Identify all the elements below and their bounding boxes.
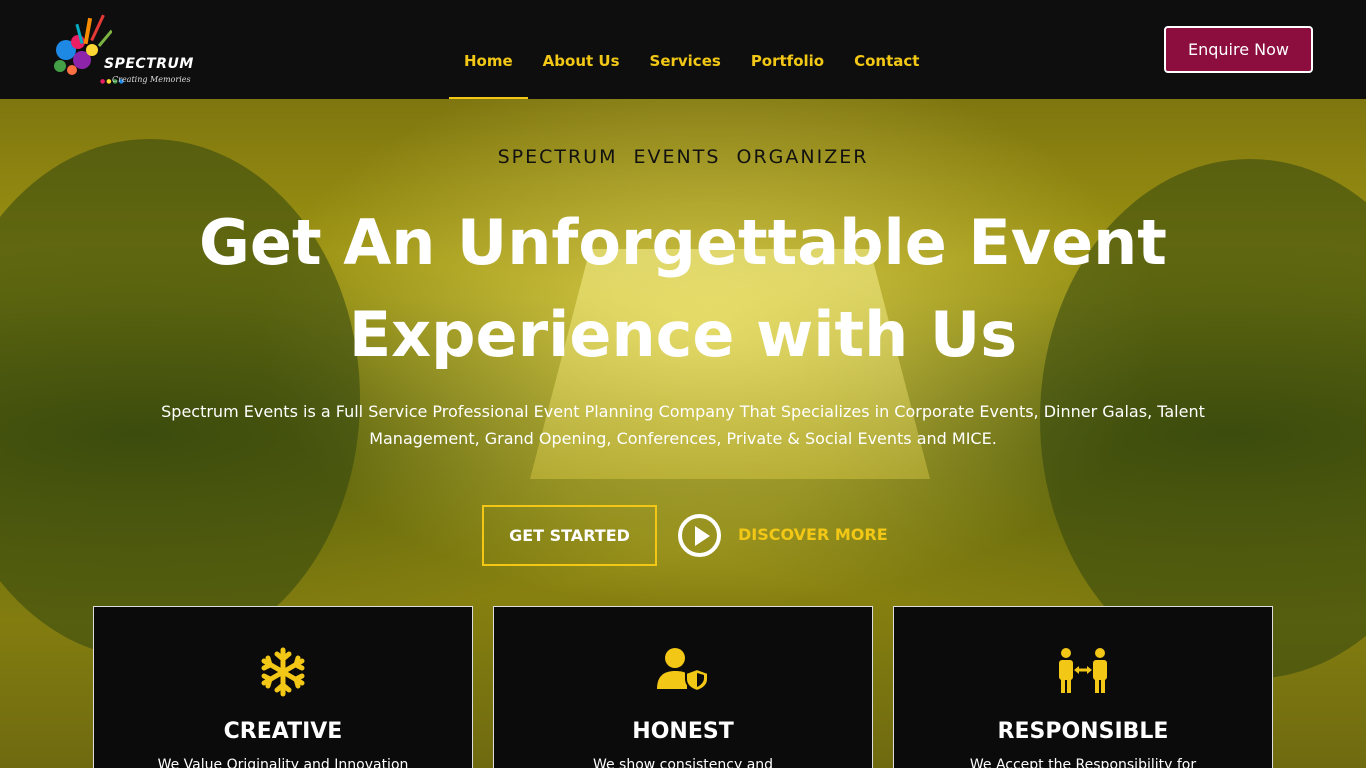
nav-portfolio[interactable]: Portfolio (736, 0, 839, 99)
hero-eyebrow: SPECTRUM EVENTS ORGANIZER (497, 146, 869, 168)
card-text: We Accept the Responsibility for (969, 757, 1197, 768)
card-title: CREATIVE (223, 719, 343, 744)
hero-description-line-2: Management, Grand Opening, Conferences, … (369, 429, 997, 448)
value-card-honest: HONEST We show consistency and (493, 606, 873, 768)
logo-tagline: Creating Memories (112, 75, 191, 84)
nav-contact[interactable]: Contact (839, 0, 934, 99)
site-header: SPECTRUM ●●●● Creating Memories Home Abo… (0, 0, 1366, 99)
card-icon-wrap (94, 647, 472, 699)
logo-wordmark: SPECTRUM (104, 56, 194, 72)
nav-about-us[interactable]: About Us (528, 0, 635, 99)
play-video-icon[interactable] (678, 514, 721, 557)
hero-description: Spectrum Events is a Full Service Profes… (100, 398, 1266, 452)
main-nav: Home About Us Services Portfolio Contact (449, 0, 934, 99)
hero-headline-line-2: Experience with Us (348, 298, 1018, 371)
nav-services[interactable]: Services (635, 0, 736, 99)
hero-headline-line-1: Get An Unforgettable Event (199, 206, 1167, 279)
user-shield-icon (657, 648, 709, 691)
value-card-creative: CREATIVE We Value Originality and Innova… (93, 606, 473, 768)
hero-description-line-1: Spectrum Events is a Full Service Profes… (161, 402, 1205, 421)
nav-home[interactable]: Home (449, 0, 528, 99)
discover-more-link[interactable]: DISCOVER MORE (738, 525, 888, 544)
card-title: HONEST (632, 719, 734, 744)
value-card-responsible: RESPONSIBLE We Accept the Responsibility… (893, 606, 1273, 768)
snowflake-icon (261, 647, 305, 697)
spectrum-logo[interactable]: SPECTRUM ●●●● Creating Memories (52, 10, 202, 90)
people-arrows-icon (1059, 648, 1107, 693)
card-title: RESPONSIBLE (997, 719, 1169, 744)
card-text: We show consistency and (592, 757, 774, 768)
card-icon-wrap (494, 647, 872, 699)
hero-headline: Get An Unforgettable Event Experience wi… (0, 197, 1366, 381)
enquire-now-button[interactable]: Enquire Now (1164, 26, 1313, 73)
card-text: We Value Originality and Innovation (157, 757, 409, 768)
get-started-button[interactable]: GET STARTED (482, 505, 657, 566)
card-icon-wrap (894, 647, 1272, 699)
